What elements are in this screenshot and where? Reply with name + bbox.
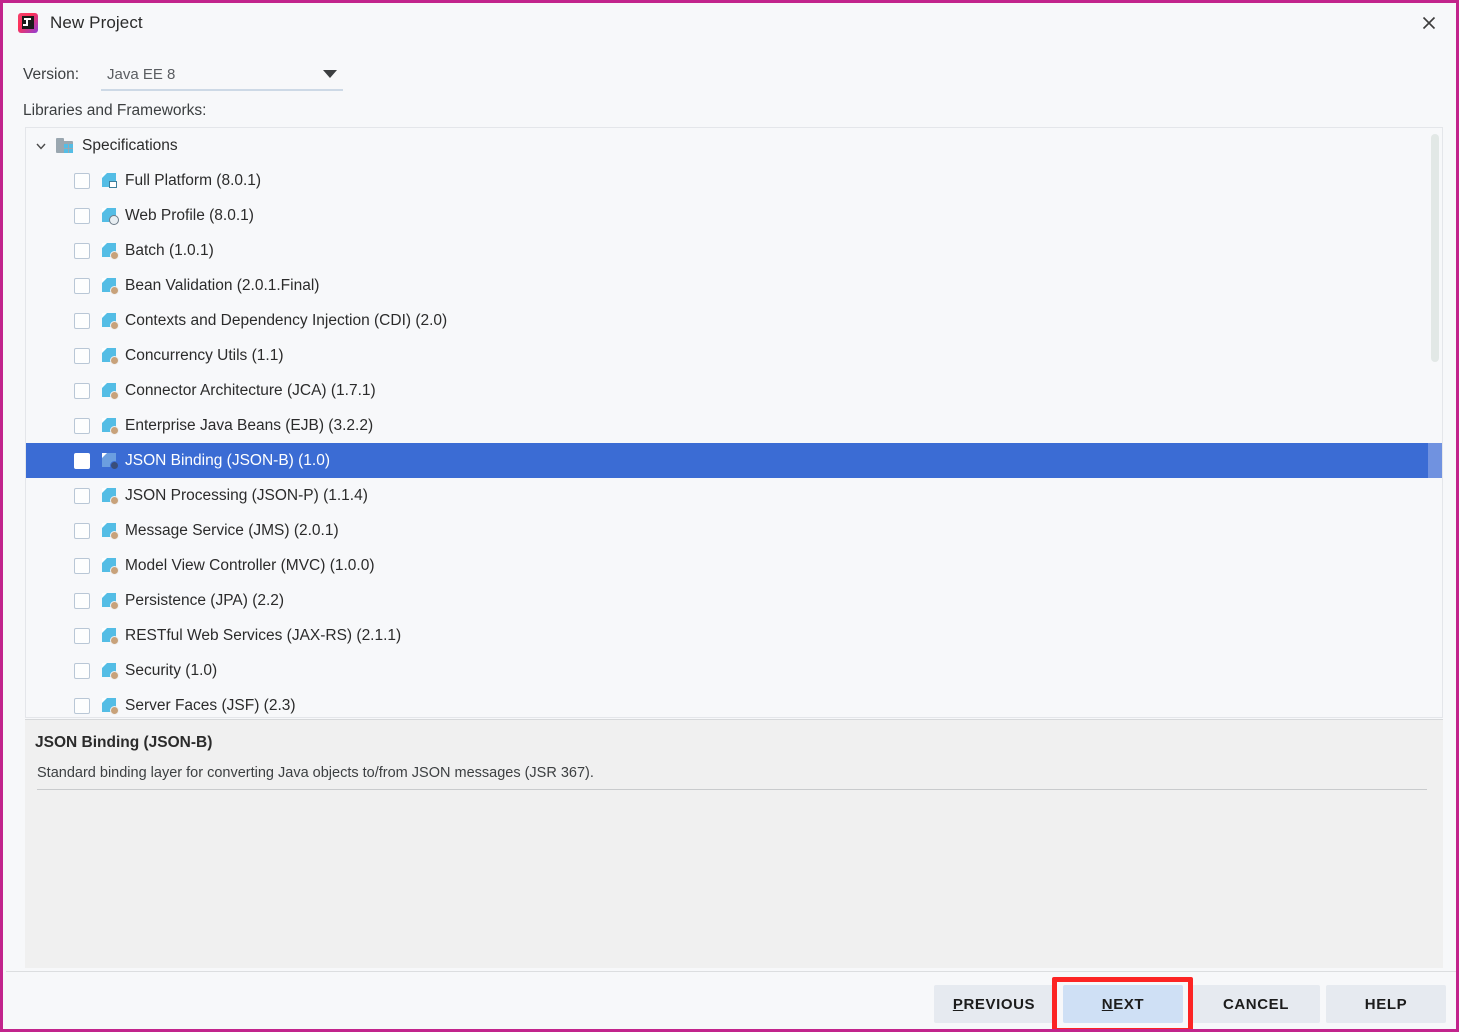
tree-item-checkbox[interactable] [74, 382, 90, 399]
tree-item-label: Bean Validation (2.0.1.Final) [125, 276, 320, 294]
tree-item[interactable]: Security (1.0) [26, 653, 1442, 688]
tree-item[interactable]: Batch (1.0.1) [26, 233, 1442, 268]
tree-item-label: Enterprise Java Beans (EJB) (3.2.2) [125, 416, 374, 434]
cancel-button[interactable]: CANCEL [1192, 985, 1320, 1023]
tree-item-checkbox[interactable] [74, 522, 90, 539]
description-title: JSON Binding (JSON-B) [35, 734, 213, 751]
tree-node-specifications[interactable]: Specifications [26, 128, 1442, 163]
tree-item-label: Model View Controller (MVC) (1.0.0) [125, 556, 375, 574]
tree-item-checkbox[interactable] [74, 347, 90, 364]
window-title: New Project [50, 13, 143, 32]
tree-item-checkbox[interactable] [74, 452, 90, 469]
tree-node-label: Specifications [82, 136, 178, 154]
tree-item-checkbox[interactable] [74, 487, 90, 504]
tree-item[interactable]: JSON Binding (JSON-B) (1.0) [26, 443, 1442, 478]
javaee-spec-icon [101, 347, 119, 365]
javaee-spec-icon [101, 697, 119, 715]
version-combobox[interactable]: Java EE 8 [101, 59, 343, 91]
tree-item-checkbox[interactable] [74, 172, 90, 189]
tree-item-label: Security (1.0) [125, 661, 218, 679]
scrollbar-thumb[interactable] [1431, 134, 1439, 362]
dialog-footer: P REVIOUS N EXT CANCEL HELP [6, 971, 1456, 1029]
tree-item-checkbox[interactable] [74, 417, 90, 434]
version-row: Version: Java EE 8 [23, 59, 343, 91]
tree-item[interactable]: Bean Validation (2.0.1.Final) [26, 268, 1442, 303]
tree-item-checkbox[interactable] [74, 662, 90, 679]
next-button[interactable]: N EXT [1063, 985, 1183, 1023]
javaee-spec-icon [101, 382, 119, 400]
intellij-idea-logo-icon [18, 13, 38, 33]
tree-item-checkbox[interactable] [74, 592, 90, 609]
tree-item-label: Message Service (JMS) (2.0.1) [125, 521, 339, 539]
javaee-spec-icon [101, 242, 119, 260]
previous-button[interactable]: P REVIOUS [934, 985, 1054, 1023]
tree-item[interactable]: Concurrency Utils (1.1) [26, 338, 1442, 373]
tree-item[interactable]: Connector Architecture (JCA) (1.7.1) [26, 373, 1442, 408]
libraries-tree-panel[interactable]: Specifications Full Platform (8.0.1) Web … [25, 127, 1443, 718]
tree-item-checkbox[interactable] [74, 207, 90, 224]
tree-item-label: Contexts and Dependency Injection (CDI) … [125, 311, 448, 329]
tree-item-label: RESTful Web Services (JAX-RS) (2.1.1) [125, 626, 402, 644]
tree-item-label: Server Faces (JSF) (2.3) [125, 696, 296, 714]
javaee-full-platform-icon [101, 172, 118, 189]
tree-item[interactable]: Web Profile (8.0.1) [26, 198, 1442, 233]
tree-item[interactable]: Message Service (JMS) (2.0.1) [26, 513, 1442, 548]
tree-item-checkbox[interactable] [74, 557, 90, 574]
javaee-web-profile-icon [101, 207, 119, 225]
javaee-spec-icon [101, 662, 119, 680]
javaee-spec-icon [101, 452, 119, 470]
tree-vertical-scrollbar[interactable] [1428, 128, 1442, 717]
tree-item-label: Concurrency Utils (1.1) [125, 346, 284, 364]
tree-item-checkbox[interactable] [74, 697, 90, 714]
version-label: Version: [23, 66, 80, 83]
tree-item-label: Full Platform (8.0.1) [125, 171, 262, 189]
tree-item-label: JSON Processing (JSON-P) (1.1.4) [125, 486, 368, 504]
tree-item-label: JSON Binding (JSON-B) (1.0) [125, 451, 330, 469]
tree-item[interactable]: Model View Controller (MVC) (1.0.0) [26, 548, 1442, 583]
module-group-folder-icon [56, 137, 74, 154]
javaee-spec-icon [101, 627, 119, 645]
tree-item[interactable]: Persistence (JPA) (2.2) [26, 583, 1442, 618]
title-bar: New Project [6, 6, 1456, 40]
tree-item[interactable]: JSON Processing (JSON-P) (1.1.4) [26, 478, 1442, 513]
close-icon[interactable] [1407, 8, 1451, 38]
tree-item-label: Persistence (JPA) (2.2) [125, 591, 285, 609]
tree-item-checkbox[interactable] [74, 242, 90, 259]
javaee-spec-icon [101, 592, 119, 610]
javaee-spec-icon [101, 312, 119, 330]
chevron-down-icon [323, 70, 337, 78]
tree-item[interactable]: Full Platform (8.0.1) [26, 163, 1442, 198]
tree-item-label: Batch (1.0.1) [125, 241, 214, 259]
tree-item[interactable]: RESTful Web Services (JAX-RS) (2.1.1) [26, 618, 1442, 653]
version-value: Java EE 8 [107, 65, 176, 83]
libraries-and-frameworks-label: Libraries and Frameworks: [23, 102, 207, 119]
tree-item-checkbox[interactable] [74, 312, 90, 329]
help-button[interactable]: HELP [1326, 985, 1446, 1023]
tree-item[interactable]: Server Faces (JSF) (2.3) [26, 688, 1442, 717]
libraries-tree: Specifications Full Platform (8.0.1) Web … [26, 128, 1442, 717]
tree-item-label: Connector Architecture (JCA) (1.7.1) [125, 381, 376, 399]
javaee-spec-icon [101, 522, 119, 540]
javaee-spec-icon [101, 277, 119, 295]
javaee-spec-icon [101, 487, 119, 505]
new-project-dialog: New Project Version: Java EE 8 Libraries… [0, 0, 1459, 1032]
tree-item-label: Web Profile (8.0.1) [125, 206, 254, 224]
tree-item-checkbox[interactable] [74, 627, 90, 644]
chevron-down-icon[interactable] [32, 137, 50, 155]
tree-item[interactable]: Contexts and Dependency Injection (CDI) … [26, 303, 1442, 338]
javaee-spec-icon [101, 557, 119, 575]
tree-item-checkbox[interactable] [74, 277, 90, 294]
description-text: Standard binding layer for converting Ja… [37, 765, 1427, 790]
description-panel: JSON Binding (JSON-B) Standard binding l… [25, 719, 1443, 968]
tree-item[interactable]: Enterprise Java Beans (EJB) (3.2.2) [26, 408, 1442, 443]
javaee-spec-icon [101, 417, 119, 435]
